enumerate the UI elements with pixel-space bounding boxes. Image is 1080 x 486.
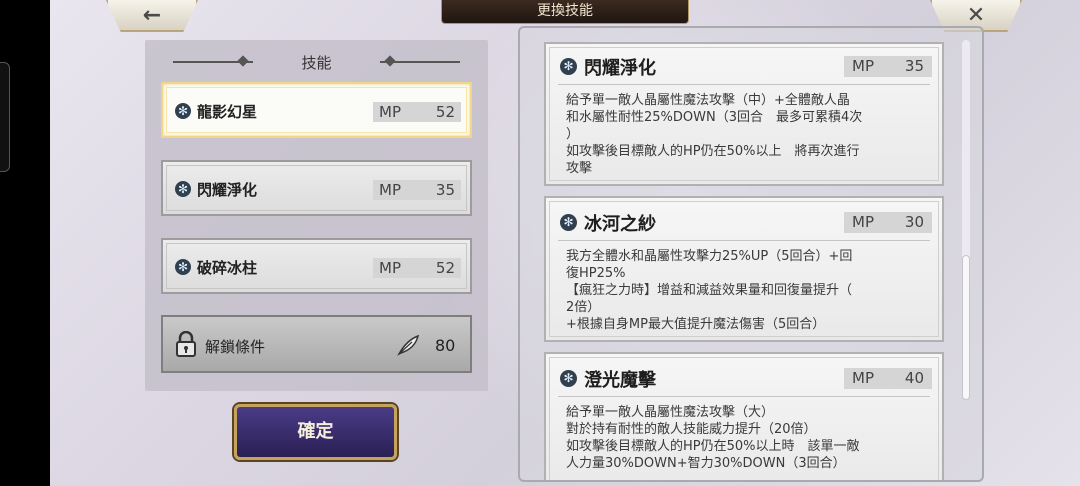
skill-slot-2[interactable]: ✻ 閃耀淨化 MP 35 [161,160,472,216]
skill-slot-3[interactable]: ✻ 破碎冰柱 MP 52 [161,238,472,294]
skill-description: 給予單一敵人晶屬性魔法攻擊（中）+全體敵人晶 和水屬性耐性25%DOWN（3回合… [566,93,863,176]
crystal-element-icon: ✻ [175,181,191,197]
detail-skill-name: 閃耀淨化 [584,58,656,79]
close-icon: ✕ [966,2,986,28]
crystal-element-icon: ✻ [560,58,577,75]
detail-mp-cost: MP 30 [844,212,932,233]
scrollbar[interactable] [962,40,970,400]
back-button[interactable]: ← [106,0,198,32]
feather-icon [397,334,420,356]
ornament-right-icon [380,61,460,63]
skill-name: 破碎冰柱 [197,259,258,277]
crystal-element-icon: ✻ [560,370,577,387]
skill-name: 龍影幻星 [197,103,258,121]
detail-skill-name: 澄光魔擊 [584,370,656,391]
scrollbar-thumb[interactable] [962,255,970,400]
mp-cost: MP 52 [373,258,461,278]
back-arrow-icon: ← [142,2,162,28]
skill-name: 閃耀淨化 [197,181,258,199]
water-element-icon: ✻ [560,214,577,231]
unlock-condition-label: 解鎖條件 [205,338,266,356]
detail-mp-cost: MP 40 [844,368,932,389]
detail-mp-cost: MP 35 [844,56,932,77]
divider [558,396,930,397]
skill-description: 我方全體水和晶屬性攻擊力25%UP（5回合）+回 復HP25% 【瘋狂之力時】增… [566,249,853,332]
detail-skill-name: 冰河之紗 [584,214,656,235]
skill-detail-list[interactable]: ✻ 閃耀淨化 MP 35 給予單一敵人晶屬性魔法攻擊（中）+全體敵人晶 和水屬性耐… [518,26,984,482]
divider [558,84,930,85]
water-element-icon: ✻ [175,259,191,275]
lock-icon [176,331,196,357]
skill-detail-card[interactable]: ✻ 閃耀淨化 MP 35 給予單一敵人晶屬性魔法攻擊（中）+全體敵人晶 和水屬性耐… [544,42,944,186]
skill-detail-card[interactable]: ✻ 冰河之紗 MP 30 我方全體水和晶屬性攻擊力25%UP（5回合）+回 復HP… [544,196,944,342]
skill-panel: 技能 ✻ 龍影幻星 MP 52 ✻ 閃耀淨化 MP 35 ✻ 破碎冰柱 MP 5… [145,40,488,391]
mp-cost: MP 52 [373,102,461,122]
divider [558,240,930,241]
skill-description: 給予單一敵人晶屬性魔法攻擊（大） 對於持有耐性的敵人技能威力提升（20倍） 如攻… [566,405,860,471]
mp-cost: MP 35 [373,180,461,200]
edge-tab [0,62,10,172]
unlock-requirement-value: 80 [435,336,456,355]
page-title: 更換技能 [441,0,689,24]
skill-slot-1[interactable]: ✻ 龍影幻星 MP 52 [161,82,472,138]
confirm-button[interactable]: 確定 [234,404,397,460]
skill-detail-card[interactable]: ✻ 澄光魔擊 MP 40 給予單一敵人晶屬性魔法攻擊（大） 對於持有耐性的敵人技能… [544,352,944,480]
locked-skill-slot[interactable]: 解鎖條件 80 [161,315,472,373]
crystal-element-icon: ✻ [175,103,191,119]
